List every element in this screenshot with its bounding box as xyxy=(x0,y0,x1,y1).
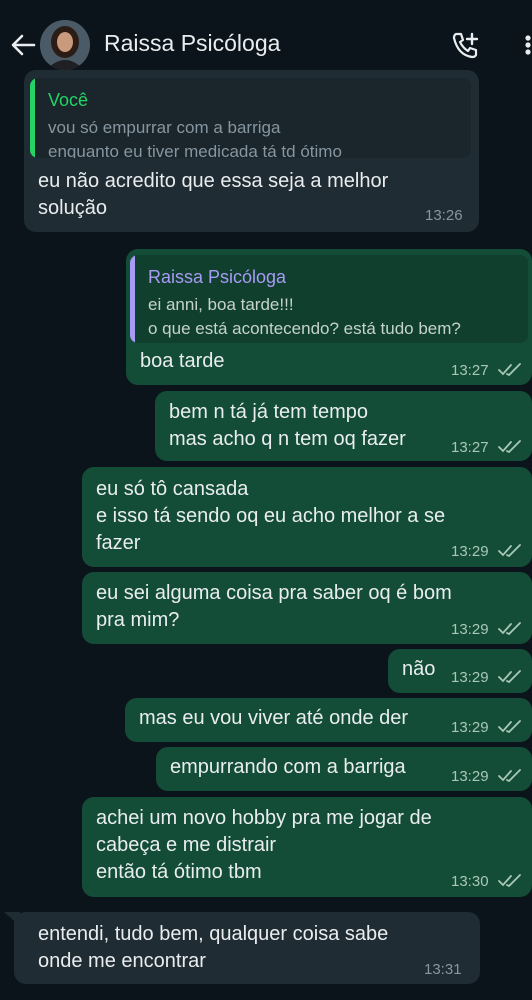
message-outgoing[interactable]: eu sei alguma coisa pra saber oq é bom p… xyxy=(82,572,532,644)
quote-line: vou só empurrar com a barriga xyxy=(48,118,281,137)
read-receipt-icon xyxy=(498,874,521,888)
message-text: eu não acredito que essa seja a melhor s… xyxy=(38,170,389,219)
message-outgoing[interactable]: não 13:29 xyxy=(388,649,532,693)
quote-bar xyxy=(30,78,35,158)
read-receipt-icon xyxy=(498,670,521,684)
read-receipt-icon xyxy=(498,363,521,377)
message-time: 13:29 xyxy=(451,768,489,785)
bubble-tail xyxy=(4,912,20,926)
message-time: 13:27 xyxy=(451,439,489,456)
more-vertical-icon xyxy=(525,35,531,55)
quote-author: Raissa Psicóloga xyxy=(148,267,287,287)
more-options-button[interactable] xyxy=(519,30,531,60)
read-receipt-icon xyxy=(498,440,521,454)
message-incoming[interactable]: Você vou só empurrar com a barriga enqua… xyxy=(24,70,479,232)
quote-line: enquanto eu tiver medicada tá td ótimo xyxy=(48,142,342,158)
add-call-button[interactable] xyxy=(450,30,484,60)
arrow-left-icon xyxy=(11,34,36,56)
message-time: 13:31 xyxy=(424,961,462,978)
contact-name[interactable]: Raissa Psicóloga xyxy=(104,30,280,57)
message-text: boa tarde xyxy=(140,350,225,372)
message-text: mas eu vou viver até onde der xyxy=(139,707,409,729)
message-text: eu só tô cansada e isso tá sendo oq eu a… xyxy=(96,478,446,554)
message-text: eu sei alguma coisa pra saber oq é bom p… xyxy=(96,582,452,631)
message-outgoing[interactable]: Raissa Psicóloga ei anni, boa tarde!!! o… xyxy=(126,249,532,385)
quote-line: o que está acontecendo? está tudo bem? xyxy=(148,319,461,338)
avatar[interactable] xyxy=(40,20,90,70)
back-button[interactable] xyxy=(8,28,38,62)
message-time: 13:29 xyxy=(451,543,489,560)
read-receipt-icon xyxy=(498,622,521,636)
avatar-image xyxy=(40,20,90,70)
read-receipt-icon xyxy=(498,769,521,783)
add-call-icon xyxy=(452,32,479,59)
message-time: 13:30 xyxy=(451,873,489,890)
quote-bar xyxy=(130,255,135,343)
message-time: 13:29 xyxy=(451,669,489,686)
read-receipt-icon xyxy=(498,544,521,558)
message-outgoing[interactable]: bem n tá já tem tempo mas acho q n tem o… xyxy=(155,391,532,461)
quote-author: Você xyxy=(48,90,89,110)
read-receipt-icon xyxy=(498,720,521,734)
message-time: 13:29 xyxy=(451,719,489,736)
quoted-message[interactable]: Você vou só empurrar com a barriga enqua… xyxy=(30,78,471,158)
quoted-message[interactable]: Raissa Psicóloga ei anni, boa tarde!!! o… xyxy=(130,255,528,343)
message-time: 13:27 xyxy=(451,362,489,379)
message-outgoing[interactable]: empurrando com a barriga 13:29 xyxy=(156,747,532,791)
message-outgoing[interactable]: eu só tô cansada e isso tá sendo oq eu a… xyxy=(82,467,532,567)
message-text: achei um novo hobby pra me jogar de cabe… xyxy=(96,807,432,883)
message-text: não xyxy=(402,658,436,680)
message-outgoing[interactable]: achei um novo hobby pra me jogar de cabe… xyxy=(82,797,532,897)
message-time: 13:26 xyxy=(425,207,463,224)
message-text: entendi, tudo bem, qualquer coisa sabe o… xyxy=(38,923,389,972)
message-outgoing[interactable]: mas eu vou viver até onde der 13:29 xyxy=(125,698,532,742)
message-text: bem n tá já tem tempo mas acho q n tem o… xyxy=(169,401,406,450)
message-text: empurrando com a barriga xyxy=(170,756,406,778)
message-incoming[interactable]: entendi, tudo bem, qualquer coisa sabe o… xyxy=(4,912,480,984)
quote-line: ei anni, boa tarde!!! xyxy=(148,295,294,314)
message-time: 13:29 xyxy=(451,621,489,638)
